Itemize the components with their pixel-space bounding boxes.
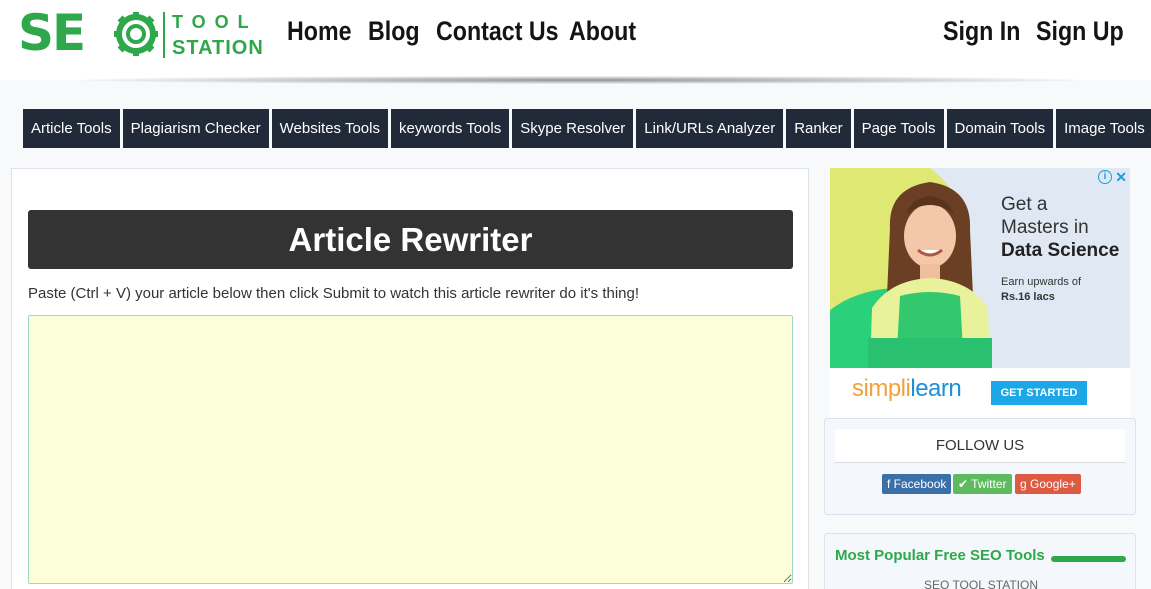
ad-brand-learn: learn bbox=[910, 375, 962, 402]
ad-brand-simpli: simpl bbox=[852, 375, 906, 402]
nav-home[interactable]: Home bbox=[287, 14, 352, 48]
logo-station-text: STATION bbox=[172, 37, 264, 59]
facebook-button[interactable]: f Facebook bbox=[882, 474, 952, 494]
instructions-text: Paste (Ctrl + V) your article below then… bbox=[28, 285, 640, 302]
info-icon[interactable]: i bbox=[1098, 170, 1112, 184]
ad-subtext-line1: Earn upwards of bbox=[1001, 276, 1082, 288]
gear-icon bbox=[114, 12, 158, 56]
nav-contact-us[interactable]: Contact Us bbox=[436, 14, 559, 48]
menu-item-domain-tools[interactable]: Domain Tools bbox=[946, 109, 1054, 148]
google-plus-label: Google+ bbox=[1030, 477, 1076, 491]
logo-divider bbox=[163, 12, 165, 58]
facebook-label: Facebook bbox=[893, 477, 947, 491]
ad-brand-logo: simplilearn bbox=[852, 375, 962, 403]
menu-item-page-tools[interactable]: Page Tools bbox=[853, 109, 944, 148]
tools-menu: Article Tools Plagiarism Checker Website… bbox=[23, 109, 1151, 148]
ad-person-image bbox=[868, 182, 992, 368]
popular-tools-title: Most Popular Free SEO Tools bbox=[835, 547, 1045, 564]
google-plus-button[interactable]: g Google+ bbox=[1015, 474, 1081, 494]
nav-about[interactable]: About bbox=[569, 14, 636, 48]
menu-item-article-tools[interactable]: Article Tools bbox=[23, 109, 120, 148]
popular-title-underline bbox=[1051, 556, 1126, 562]
article-input[interactable] bbox=[28, 315, 793, 584]
site-logo[interactable]: SE TOOL STATION bbox=[18, 8, 268, 62]
menu-item-skype-resolver[interactable]: Skype Resolver bbox=[512, 109, 634, 148]
menu-item-plagiarism-checker[interactable]: Plagiarism Checker bbox=[122, 109, 269, 148]
ad-subtext-line2: Rs.16 lacs bbox=[1001, 291, 1055, 303]
facebook-icon: f bbox=[887, 477, 894, 491]
popular-tools-subtitle: SEO TOOL STATION bbox=[923, 578, 1039, 589]
nav-blog[interactable]: Blog bbox=[368, 14, 420, 48]
twitter-label: Twitter bbox=[971, 477, 1007, 491]
follow-us-widget: FOLLOW US f Facebook ✔ Twitter g Google+ bbox=[824, 418, 1136, 515]
menu-item-websites-tools[interactable]: Websites Tools bbox=[271, 109, 388, 148]
advertisement[interactable]: i ✕ Get a Masters in Data Science Earn u… bbox=[830, 168, 1130, 418]
site-header: SE TOOL STATION Home Blog Contact Us Abo… bbox=[0, 0, 1151, 80]
google-plus-icon: g bbox=[1020, 477, 1031, 491]
get-started-button[interactable]: GET STARTED bbox=[991, 381, 1087, 405]
follow-us-title: FOLLOW US bbox=[835, 429, 1125, 463]
twitter-icon: ✔ bbox=[958, 477, 972, 491]
sign-in-link[interactable]: Sign In bbox=[943, 14, 1020, 48]
header-divider-shadow bbox=[80, 76, 1080, 84]
ad-headline-line3: Data Science bbox=[1001, 240, 1120, 261]
popular-tools-widget: Most Popular Free SEO Tools SEO TOOL STA… bbox=[824, 533, 1136, 589]
twitter-button[interactable]: ✔ Twitter bbox=[953, 474, 1012, 494]
menu-item-ranker[interactable]: Ranker bbox=[786, 109, 851, 148]
ad-headline-line2: Masters in bbox=[1001, 217, 1089, 238]
logo-seo-text: SE bbox=[18, 4, 86, 62]
menu-item-keywords-tools[interactable]: keywords Tools bbox=[390, 109, 510, 148]
menu-item-link-urls-analyzer[interactable]: Link/URLs Analyzer bbox=[636, 109, 784, 148]
page-title: Article Rewriter bbox=[28, 210, 793, 269]
sign-up-link[interactable]: Sign Up bbox=[1036, 14, 1124, 48]
ad-image: i ✕ Get a Masters in Data Science Earn u… bbox=[830, 168, 1130, 368]
article-rewriter-panel: Article Rewriter Paste (Ctrl + V) your a… bbox=[11, 168, 809, 589]
close-icon[interactable]: ✕ bbox=[1115, 169, 1127, 185]
menu-item-image-tools[interactable]: Image Tools bbox=[1056, 109, 1151, 148]
logo-tool-text: TOOL bbox=[172, 12, 258, 32]
ad-headline-line1: Get a bbox=[1001, 194, 1048, 215]
